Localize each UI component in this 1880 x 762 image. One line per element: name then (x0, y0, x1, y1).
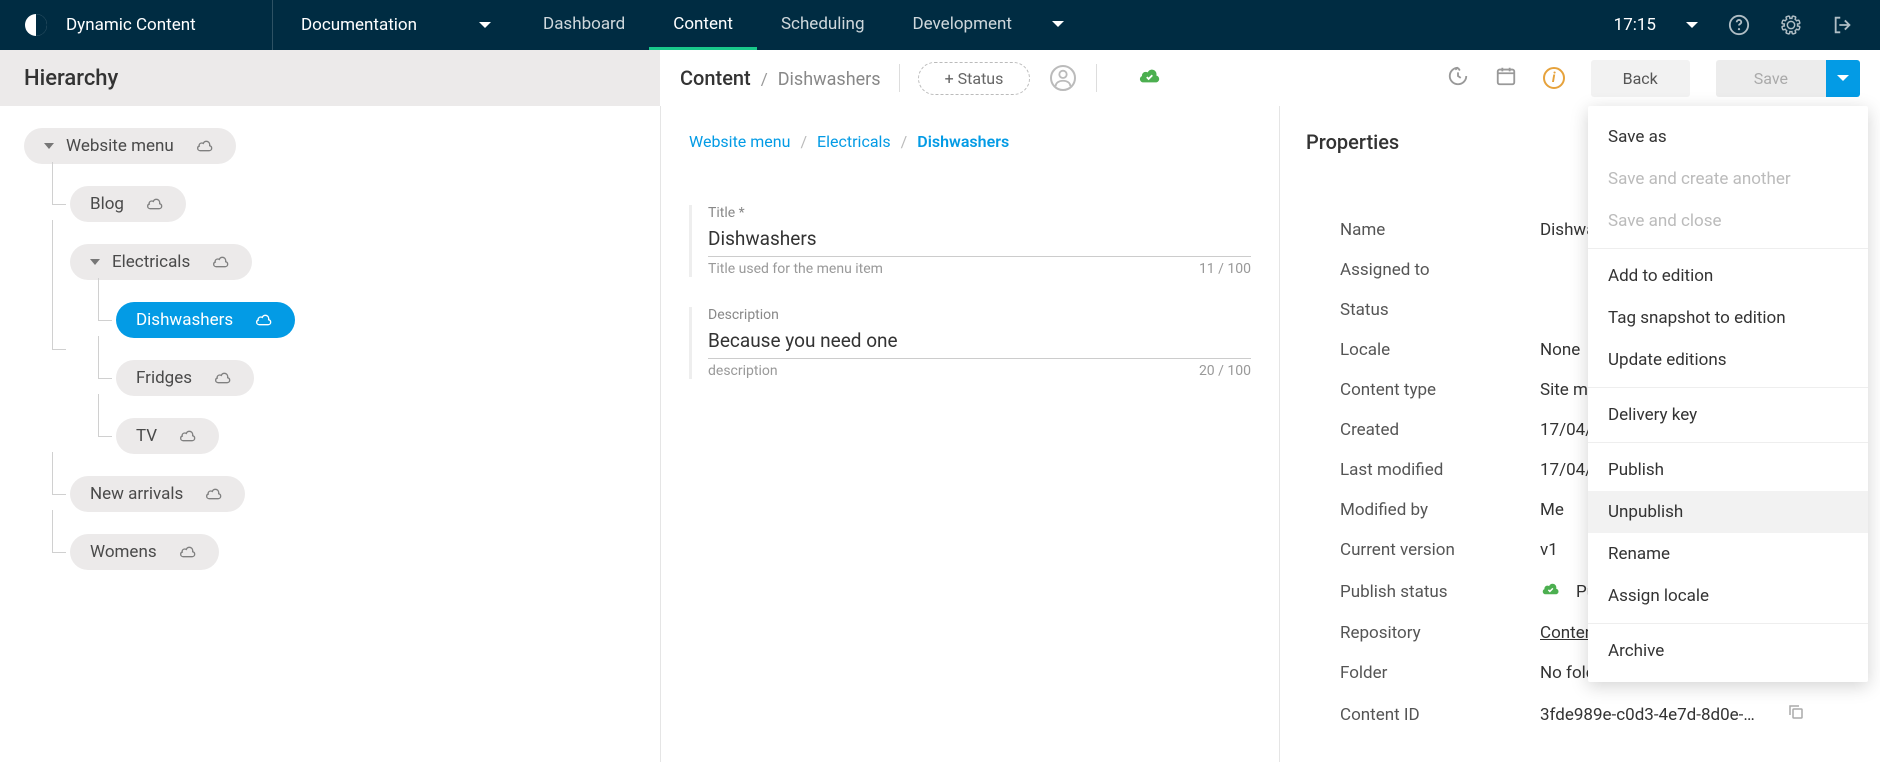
tree-node-blog[interactable]: Blog (70, 186, 186, 222)
nav-tab-content[interactable]: Content (649, 0, 757, 50)
chevron-down-icon (479, 22, 491, 28)
gear-icon[interactable] (1780, 14, 1802, 36)
cloud-icon (203, 486, 225, 502)
editor-breadcrumb: Website menu/ Electricals/ Dishwashers (661, 132, 1279, 175)
prop-locale-value: None (1540, 340, 1580, 360)
breadcrumb-minor: Dishwashers (778, 69, 881, 90)
description-input[interactable] (708, 323, 1251, 359)
status-chip[interactable]: + Status (918, 62, 1031, 95)
title-field: Title * Title used for the menu item 11 … (689, 205, 1251, 277)
cloud-icon (212, 370, 234, 386)
panel-title: Hierarchy (0, 50, 660, 106)
crumb-link[interactable]: Electricals (817, 132, 891, 151)
tree-node-dishwashers[interactable]: Dishwashers (116, 302, 295, 338)
hierarchy-tree: Website menu Blog (24, 128, 636, 570)
dropdown-item[interactable]: Unpublish (1588, 491, 1868, 533)
save-dropdown-menu: Save asSave and create anotherSave and c… (1588, 106, 1868, 682)
cloud-icon (144, 196, 166, 212)
dropdown-item[interactable]: Add to edition (1588, 255, 1868, 297)
chevron-down-icon (1686, 22, 1698, 28)
chevron-down-icon (90, 259, 100, 265)
back-button[interactable]: Back (1591, 60, 1690, 97)
tree-node-tv[interactable]: TV (116, 418, 219, 454)
tree-node-new-arrivals[interactable]: New arrivals (70, 476, 245, 512)
description-field: Description description 20 / 100 (689, 307, 1251, 379)
dropdown-item: Save and create another (1588, 158, 1868, 200)
cloud-icon (194, 138, 216, 154)
brand-name: Dynamic Content (66, 15, 196, 35)
calendar-icon[interactable] (1495, 65, 1517, 92)
context-switcher[interactable]: Documentation (273, 0, 519, 50)
prop-version-value: v1 (1540, 540, 1558, 560)
logout-icon[interactable] (1832, 14, 1854, 36)
assignee-avatar[interactable] (1050, 65, 1076, 91)
info-icon[interactable]: i (1543, 67, 1565, 89)
field-counter: 20 / 100 (1199, 363, 1251, 379)
nav-tab-development[interactable]: Development (888, 0, 1087, 50)
field-help: description (708, 363, 778, 379)
nav-tab-scheduling[interactable]: Scheduling (757, 0, 889, 50)
chevron-down-icon (1837, 75, 1849, 81)
cloud-published-icon (1137, 65, 1163, 92)
save-dropdown-toggle[interactable] (1826, 60, 1860, 97)
main-nav-tabs: Dashboard Content Scheduling Development (519, 0, 1088, 50)
crumb-link[interactable]: Website menu (689, 132, 790, 151)
clock-value: 17:15 (1614, 15, 1656, 35)
field-label: Description (708, 307, 779, 323)
tree-node-electricals[interactable]: Electricals (70, 244, 252, 280)
brand-logo-icon (24, 13, 48, 37)
save-button-group[interactable]: Save (1716, 60, 1860, 97)
chevron-down-icon (44, 143, 54, 149)
cloud-icon (177, 544, 199, 560)
tree-node-fridges[interactable]: Fridges (116, 360, 254, 396)
dropdown-item[interactable]: Tag snapshot to edition (1588, 297, 1868, 339)
field-label: Title * (708, 205, 745, 221)
cloud-icon (177, 428, 199, 444)
brand[interactable]: Dynamic Content (0, 0, 273, 50)
tree-node-womens[interactable]: Womens (70, 534, 219, 570)
dropdown-item[interactable]: Rename (1588, 533, 1868, 575)
nav-tab-dashboard[interactable]: Dashboard (519, 0, 649, 50)
history-icon[interactable] (1447, 65, 1469, 92)
copy-icon[interactable] (1787, 703, 1805, 726)
chevron-down-icon (1052, 21, 1064, 27)
help-icon[interactable] (1728, 14, 1750, 36)
prop-contentid-value: 3fde989e-c0d3-4e7d-8d0e-… (1540, 703, 1805, 726)
title-input[interactable] (708, 221, 1251, 257)
tree-node-website-menu[interactable]: Website menu (24, 128, 236, 164)
cloud-published-icon (1540, 580, 1562, 603)
dropdown-item: Save and close (1588, 200, 1868, 242)
dropdown-item[interactable]: Archive (1588, 630, 1868, 672)
breadcrumb: Content / Dishwashers (680, 66, 881, 90)
dropdown-item[interactable]: Publish (1588, 449, 1868, 491)
save-button[interactable]: Save (1716, 60, 1826, 97)
breadcrumb-major: Content (680, 66, 751, 90)
field-help: Title used for the menu item (708, 261, 883, 277)
cloud-icon (253, 312, 275, 328)
cloud-icon (210, 254, 232, 270)
prop-modifiedby-value: Me (1540, 500, 1564, 520)
dropdown-item[interactable]: Save as (1588, 116, 1868, 158)
dropdown-item[interactable]: Update editions (1588, 339, 1868, 381)
dropdown-item[interactable]: Delivery key (1588, 394, 1868, 436)
crumb-current: Dishwashers (917, 132, 1009, 151)
time-select[interactable]: 17:15 (1614, 15, 1698, 35)
context-label: Documentation (301, 15, 417, 35)
dropdown-item[interactable]: Assign locale (1588, 575, 1868, 617)
field-counter: 11 / 100 (1199, 261, 1251, 277)
